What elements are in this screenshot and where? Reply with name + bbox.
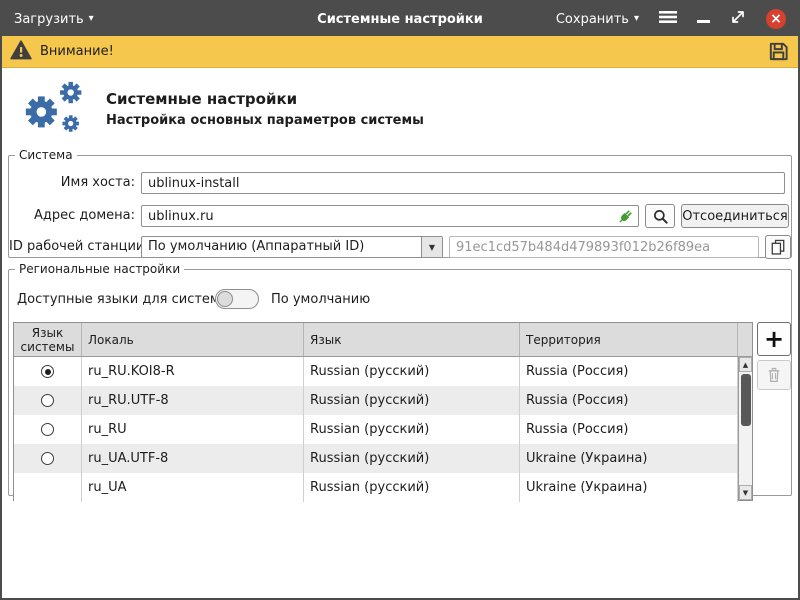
language-cell[interactable]: Russian (русский) — [304, 444, 520, 473]
system-legend: Система — [15, 148, 77, 162]
locale-radio[interactable] — [41, 394, 54, 407]
add-locale-button[interactable]: + — [757, 322, 791, 356]
warning-message: Внимание! — [40, 44, 114, 59]
minimize-button[interactable] — [697, 12, 710, 27]
locale-cell[interactable]: ru_RU.UTF-8 — [82, 386, 304, 415]
territory-cell[interactable]: Russia (Россия) — [520, 415, 738, 444]
hardware-id-field — [449, 236, 759, 258]
language-cell[interactable]: Russian (русский) — [304, 415, 520, 444]
gears-icon — [12, 78, 92, 144]
trash-icon — [765, 366, 783, 384]
table-row[interactable]: ru_RU Russian (русский) Russia (Россия) — [14, 415, 738, 444]
scroll-down-icon[interactable]: ▼ — [739, 485, 752, 500]
load-menu-button[interactable]: Загрузить ▾ — [14, 12, 94, 27]
chevron-down-icon: ▾ — [89, 14, 94, 24]
languages-toggle[interactable] — [215, 289, 259, 309]
search-domain-button[interactable] — [645, 204, 675, 228]
chevron-down-icon: ▾ — [634, 14, 639, 24]
warning-icon — [10, 40, 32, 64]
radio-cell[interactable] — [14, 473, 82, 502]
save-to-disk-button[interactable] — [767, 40, 790, 63]
table-row[interactable]: ru_RU.KOI8-R Russian (русский) Russia (Р… — [14, 357, 738, 386]
workstation-id-selected: По умолчанию (Аппаратный ID) — [142, 237, 421, 257]
locale-cell[interactable]: ru_RU.KOI8-R — [82, 357, 304, 386]
connected-plug-icon — [617, 207, 635, 229]
radio-cell[interactable] — [14, 357, 82, 386]
scroll-up-icon[interactable]: ▲ — [739, 357, 752, 372]
column-header-locale[interactable]: Локаль — [82, 323, 304, 356]
language-cell[interactable]: Russian (русский) — [304, 473, 520, 502]
maximize-button[interactable] — [730, 9, 746, 29]
table-row[interactable]: ru_UA Russian (русский) Ukraine (Украина… — [14, 473, 738, 502]
column-header-language[interactable]: Язык — [304, 323, 520, 356]
table-header: Язык системы Локаль Язык Территория — [14, 323, 752, 357]
search-icon — [652, 208, 669, 225]
delete-locale-button[interactable] — [757, 360, 791, 390]
toggle-knob-icon — [217, 291, 233, 307]
save-menu-label: Сохранить — [556, 12, 629, 27]
save-menu-button[interactable]: Сохранить ▾ — [556, 12, 639, 27]
table-row[interactable]: ru_RU.UTF-8 Russian (русский) Russia (Ро… — [14, 386, 738, 415]
load-menu-label: Загрузить — [14, 12, 84, 27]
hostname-label: Имя хоста: — [9, 172, 135, 194]
territory-cell[interactable]: Ukraine (Украина) — [520, 444, 738, 473]
warning-bar: Внимание! — [2, 36, 798, 68]
settings-window: Системные настройки Загрузить ▾ Сохранит… — [0, 0, 800, 600]
table-body: ru_RU.KOI8-R Russian (русский) Russia (Р… — [14, 357, 738, 500]
regional-legend: Региональные настройки — [15, 262, 184, 276]
locale-radio[interactable] — [41, 423, 54, 436]
workstation-id-select[interactable]: По умолчанию (Аппаратный ID) ▼ — [141, 236, 443, 258]
radio-cell[interactable] — [14, 386, 82, 415]
locale-radio[interactable] — [41, 452, 54, 465]
territory-cell[interactable]: Ukraine (Украина) — [520, 473, 738, 502]
copy-icon — [769, 238, 787, 256]
minimize-icon — [697, 20, 710, 23]
language-cell[interactable]: Russian (русский) — [304, 386, 520, 415]
locale-cell[interactable]: ru_RU — [82, 415, 304, 444]
disconnect-button[interactable]: Отсоединиться — [681, 204, 789, 228]
domain-input[interactable] — [141, 205, 639, 227]
default-label: По умолчанию — [271, 292, 370, 307]
system-section: Система Имя хоста: Адрес домена: Отсоеди… — [8, 148, 792, 258]
close-button[interactable]: × — [766, 9, 786, 29]
page-header: Системные настройки Настройка основных п… — [2, 68, 798, 148]
copy-id-button[interactable] — [765, 235, 791, 259]
locales-table: Язык системы Локаль Язык Территория ru_R… — [13, 322, 753, 501]
column-header-territory[interactable]: Территория — [520, 323, 738, 356]
language-cell[interactable]: Russian (русский) — [304, 357, 520, 386]
hamburger-menu-icon[interactable] — [659, 10, 677, 28]
titlebar: Системные настройки Загрузить ▾ Сохранит… — [2, 2, 798, 36]
locale-cell[interactable]: ru_UA.UTF-8 — [82, 444, 304, 473]
territory-cell[interactable]: Russia (Россия) — [520, 357, 738, 386]
domain-label: Адрес домена: — [9, 205, 135, 227]
close-icon: × — [770, 12, 782, 26]
hostname-input[interactable] — [141, 172, 785, 194]
chevron-down-icon: ▼ — [421, 237, 442, 257]
locale-radio[interactable] — [41, 365, 54, 378]
page-title: Системные настройки — [106, 90, 297, 108]
locale-cell[interactable]: ru_UA — [82, 473, 304, 502]
workstation-id-label: ID рабочей станции: — [9, 236, 135, 258]
table-scrollbar[interactable]: ▲ ▼ — [738, 357, 752, 500]
floppy-icon — [767, 40, 790, 63]
regional-section: Региональные настройки Доступные языки д… — [8, 262, 792, 496]
page-subtitle: Настройка основных параметров системы — [106, 113, 424, 128]
column-header-system-language[interactable]: Язык системы — [14, 323, 82, 356]
table-row[interactable]: ru_UA.UTF-8 Russian (русский) Ukraine (У… — [14, 444, 738, 473]
scrollbar-thumb[interactable] — [741, 374, 751, 426]
available-languages-label: Доступные языки для системы: — [17, 292, 234, 307]
scrollbar-track[interactable] — [739, 372, 752, 485]
radio-cell[interactable] — [14, 444, 82, 473]
radio-cell[interactable] — [14, 415, 82, 444]
column-header-filler — [738, 323, 752, 356]
territory-cell[interactable]: Russia (Россия) — [520, 386, 738, 415]
